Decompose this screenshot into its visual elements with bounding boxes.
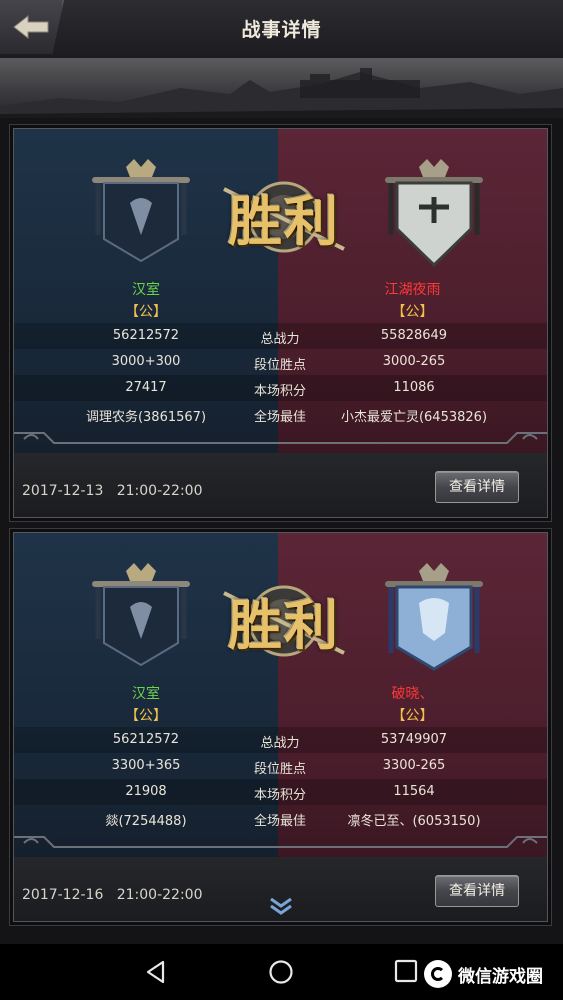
battle-date: 2017-12-16 — [22, 887, 104, 903]
battle-card-2: 胜利 汉室 【公】 破晓、 【公】 56212572 总战力 53749907 … — [13, 532, 548, 922]
battle-datetime: 2017-12-16 21:00-22:00 — [22, 887, 202, 903]
rank-base: 3300 — [382, 758, 416, 773]
stat-row-rank-points: 3300+365 段位胜点 3300-265 — [14, 753, 547, 779]
stat-row-score: 21908 本场积分 11564 — [14, 779, 547, 805]
right-mvp: 小杰最爱亡灵(6453826) — [340, 410, 488, 425]
circle-home-icon[interactable] — [268, 959, 294, 985]
right-guild-name: 江湖夜雨 — [384, 282, 441, 298]
right-mvp: 凛冬已至、(6053150) — [347, 814, 481, 829]
victory-emblem: 胜利 — [204, 169, 364, 269]
double-chevron-down-icon[interactable] — [268, 897, 294, 915]
right-rank-points: 3000-265 — [304, 354, 524, 369]
left-guild-tag: 【公】 — [125, 708, 167, 724]
rank-base: 3000 — [382, 354, 416, 369]
left-guild-name: 汉室 — [132, 686, 160, 702]
right-guild-name: 破晓、 — [391, 686, 434, 702]
view-details-button[interactable]: 查看详情 — [435, 471, 519, 503]
view-details-button[interactable]: 查看详情 — [435, 875, 519, 907]
page-title: 战事详情 — [241, 19, 322, 41]
victory-emblem: 胜利 — [204, 573, 364, 673]
divider-ornament — [14, 432, 547, 444]
stat-row-mvp: 调理农务(3861567) 全场最佳 小杰最爱亡灵(6453826) — [14, 401, 547, 427]
stat-row-mvp: 燚(7254488) 全场最佳 凛冬已至、(6053150) — [14, 805, 547, 831]
rank-delta: -265 — [415, 354, 446, 369]
rank-delta: -265 — [415, 758, 446, 773]
triangle-back-icon[interactable] — [143, 959, 169, 985]
watermark: 微信游戏圈 — [424, 958, 543, 990]
rank-delta: +300 — [144, 354, 181, 369]
card-footer: 2017-12-13 21:00-22:00 查看详情 — [14, 453, 547, 517]
stats-table: 56212572 总战力 55828649 3000+300 段位胜点 3000… — [14, 323, 547, 427]
watermark-logo-icon — [424, 960, 452, 988]
guild-banner-icon — [385, 159, 483, 268]
guild-banner-icon — [92, 563, 190, 667]
right-total-power: 55828649 — [380, 328, 448, 343]
left-guild-tag: 【公】 — [125, 304, 167, 320]
right-rank-points: 3300-265 — [304, 758, 524, 773]
rank-delta: +365 — [144, 758, 181, 773]
left-guild-name: 汉室 — [132, 282, 160, 298]
square-recent-icon[interactable] — [394, 959, 418, 983]
stats-table: 56212572 总战力 53749907 3300+365 段位胜点 3300… — [14, 727, 547, 831]
right-total-power: 53749907 — [380, 732, 448, 747]
watermark-text: 微信游戏圈 — [458, 966, 543, 987]
battle-card-1: 胜利 汉室 【公】 江湖夜雨 【公】 56212572 总战力 55828649… — [13, 128, 548, 518]
rank-base: 3000 — [111, 354, 145, 369]
guild-banner-icon — [92, 159, 190, 263]
stat-row-rank-points: 3000+300 段位胜点 3000-265 — [14, 349, 547, 375]
right-guild-tag: 【公】 — [391, 304, 434, 320]
stat-row-score: 27417 本场积分 11086 — [14, 375, 547, 401]
right-score: 11564 — [393, 784, 435, 799]
rank-base: 3300 — [111, 758, 145, 773]
guild-banner-icon — [385, 563, 483, 671]
right-guild-tag: 【公】 — [391, 708, 434, 724]
divider-ornament — [14, 836, 547, 848]
stat-row-total-power: 56212572 总战力 55828649 — [14, 323, 547, 349]
victory-label: 胜利 — [228, 189, 340, 253]
battle-time: 21:00-22:00 — [116, 483, 203, 499]
battle-time: 21:00-22:00 — [116, 887, 203, 903]
battle-datetime: 2017-12-13 21:00-22:00 — [22, 483, 202, 499]
header-scenery — [0, 58, 563, 118]
right-score: 11086 — [393, 380, 435, 395]
battle-date: 2017-12-13 — [22, 483, 104, 499]
stat-row-total-power: 56212572 总战力 53749907 — [14, 727, 547, 753]
top-bar: 战事详情 — [0, 0, 563, 59]
victory-label: 胜利 — [228, 593, 340, 657]
